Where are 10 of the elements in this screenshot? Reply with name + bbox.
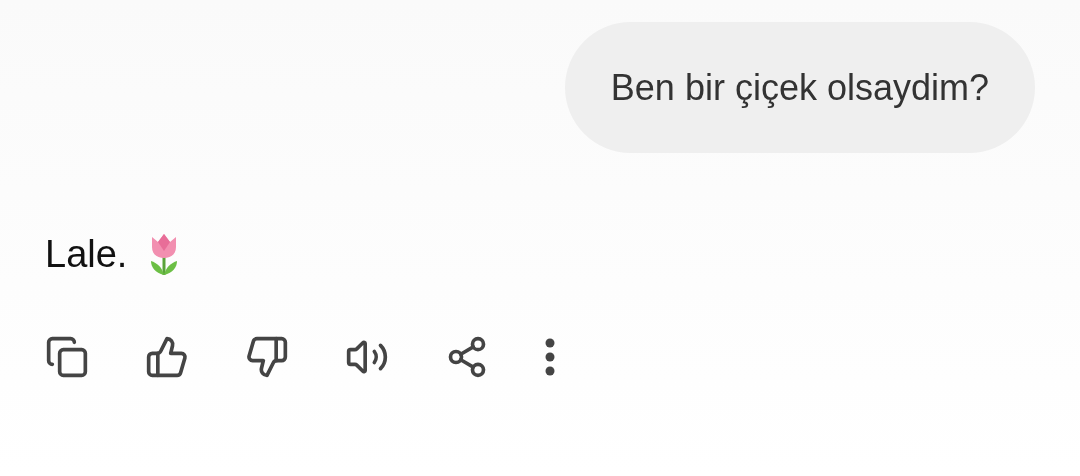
thumbs-down-icon (245, 335, 289, 379)
user-message: Ben bir çiçek olsaydim? (564, 22, 1035, 153)
dislike-button[interactable] (245, 335, 289, 379)
reply-text: Lale. (45, 232, 128, 276)
more-icon (545, 338, 555, 376)
like-button[interactable] (145, 335, 189, 379)
thumbs-up-icon (145, 335, 189, 379)
copy-icon (45, 335, 89, 379)
copy-button[interactable] (45, 335, 89, 379)
more-button[interactable] (545, 338, 555, 376)
